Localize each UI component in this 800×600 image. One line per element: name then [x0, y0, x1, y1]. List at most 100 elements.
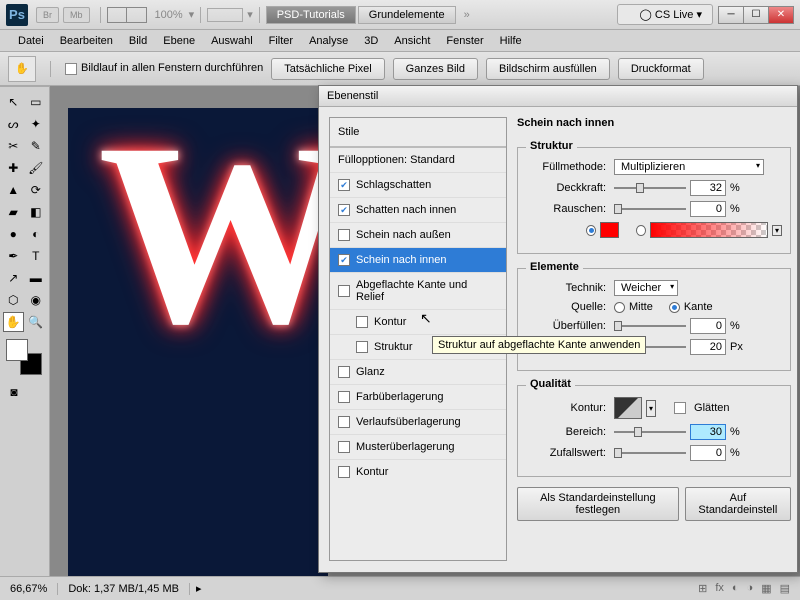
close-button[interactable]: ✕ [768, 6, 794, 24]
jitter-slider[interactable] [614, 447, 686, 459]
style-drop-shadow[interactable]: ✔Schlagschatten [330, 172, 506, 197]
wand-tool[interactable]: ✦ [26, 114, 47, 134]
dodge-tool[interactable]: ◐ [26, 224, 47, 244]
menu-filter[interactable]: Filter [261, 35, 301, 47]
actual-pixels-button[interactable]: Tatsächliche Pixel [271, 58, 384, 80]
arrange-button[interactable] [207, 8, 243, 22]
noise-input[interactable]: 0 [690, 201, 726, 217]
zoom-label[interactable]: 100% [155, 9, 183, 21]
dock-icon[interactable]: ⊞ [698, 582, 707, 595]
style-inner-glow[interactable]: ✔Schein nach innen [330, 247, 506, 272]
opacity-slider[interactable] [614, 182, 686, 194]
color-swatches[interactable] [6, 339, 42, 375]
current-tool-indicator[interactable]: ✋ [8, 56, 36, 82]
blend-mode-select[interactable]: Multiplizieren [614, 159, 764, 175]
dialog-title[interactable]: Ebenenstil [319, 86, 797, 107]
crop-tool[interactable]: ✂ [3, 136, 24, 156]
choke-slider[interactable] [614, 320, 686, 332]
hand-tool[interactable]: ✋ [3, 312, 24, 332]
technique-select[interactable]: Weicher [614, 280, 678, 296]
style-stroke[interactable]: Kontur [330, 459, 506, 484]
menu-datei[interactable]: Datei [10, 35, 52, 47]
style-bevel[interactable]: Abgeflachte Kante und Relief [330, 272, 506, 309]
range-input[interactable]: 30 [690, 424, 726, 440]
dock-icon[interactable]: ▤ [780, 582, 790, 595]
noise-slider[interactable] [614, 203, 686, 215]
scroll-all-checkbox[interactable]: Bildlauf in allen Fenstern durchführen [65, 62, 263, 74]
blur-tool[interactable]: ● [3, 224, 24, 244]
style-color-overlay[interactable]: Farbüberlagerung [330, 384, 506, 409]
eyedropper-tool[interactable]: ✎ [26, 136, 47, 156]
screen-mode-button[interactable] [107, 7, 147, 23]
style-satin[interactable]: Glanz [330, 359, 506, 384]
menu-bild[interactable]: Bild [121, 35, 155, 47]
antialias-checkbox[interactable] [674, 402, 686, 414]
zoom-status[interactable]: 66,67% [0, 583, 58, 595]
dock-icon[interactable]: ▦ [761, 582, 771, 595]
print-size-button[interactable]: Druckformat [618, 58, 704, 80]
maximize-button[interactable]: ☐ [743, 6, 769, 24]
lasso-tool[interactable]: ᔕ [3, 114, 24, 134]
workspace-psdtutorials[interactable]: PSD-Tutorials [266, 6, 356, 24]
size-input[interactable]: 20 [690, 339, 726, 355]
pen-tool[interactable]: ✒ [3, 246, 24, 266]
menu-hilfe[interactable]: Hilfe [492, 35, 530, 47]
eraser-tool[interactable]: ▰ [3, 202, 24, 222]
menu-bearbeiten[interactable]: Bearbeiten [52, 35, 121, 47]
doc-size-status[interactable]: Dok: 1,37 MB/1,45 MB [58, 583, 190, 595]
range-slider[interactable] [614, 426, 686, 438]
opacity-input[interactable]: 32 [690, 180, 726, 196]
style-inner-shadow[interactable]: ✔Schatten nach innen [330, 197, 506, 222]
make-default-button[interactable]: Als Standardeinstellung festlegen [517, 487, 679, 521]
menu-ebene[interactable]: Ebene [155, 35, 203, 47]
source-edge-radio[interactable] [669, 302, 680, 313]
style-outer-glow[interactable]: Schein nach außen [330, 222, 506, 247]
minimize-button[interactable]: ─ [718, 6, 744, 24]
style-pattern-overlay[interactable]: Musterüberlagerung [330, 434, 506, 459]
contour-dropdown[interactable]: ▾ [646, 400, 656, 417]
quickmask-button[interactable]: ◙ [3, 382, 25, 402]
shape-tool[interactable]: ▬ [26, 268, 47, 288]
menu-fenster[interactable]: Fenster [438, 35, 491, 47]
cslive-button[interactable]: ◯ CS Live ▾ [617, 4, 713, 25]
reset-default-button[interactable]: Auf Standardeinstell [685, 487, 791, 521]
gradient-swatch[interactable] [650, 222, 768, 238]
style-contour[interactable]: Kontur [330, 309, 506, 334]
zoom-tool[interactable]: 🔍 [26, 312, 47, 332]
dock-icon[interactable]: fx [715, 582, 724, 595]
menu-3d[interactable]: 3D [356, 35, 386, 47]
jitter-input[interactable]: 0 [690, 445, 726, 461]
menu-analyse[interactable]: Analyse [301, 35, 356, 47]
style-gradient-overlay[interactable]: Verlaufsüberlagerung [330, 409, 506, 434]
dock-icon[interactable]: ◐ [732, 582, 739, 595]
stamp-tool[interactable]: ▲ [3, 180, 24, 200]
color-swatch[interactable] [600, 222, 618, 238]
3d-tool[interactable]: ⬡ [3, 290, 24, 310]
gradient-dropdown[interactable]: ▾ [772, 225, 782, 236]
canvas[interactable]: W [68, 108, 328, 576]
brush-tool[interactable]: 🖌 [26, 158, 47, 178]
style-stile[interactable]: Stile [330, 118, 506, 147]
heal-tool[interactable]: ✚ [3, 158, 24, 178]
contour-swatch[interactable] [614, 397, 642, 419]
choke-input[interactable]: 0 [690, 318, 726, 334]
move-tool[interactable]: ↖ [3, 92, 24, 112]
menu-auswahl[interactable]: Auswahl [203, 35, 261, 47]
color-radio[interactable] [586, 225, 596, 236]
fit-screen-button[interactable]: Ganzes Bild [393, 58, 478, 80]
bridge-button[interactable]: Br [36, 7, 59, 23]
gradient-radio[interactable] [636, 225, 646, 236]
source-center-radio[interactable] [614, 302, 625, 313]
type-tool[interactable]: T [26, 246, 47, 266]
marquee-tool[interactable]: ▭ [26, 92, 47, 112]
minibridge-button[interactable]: Mb [63, 7, 90, 23]
fill-screen-button[interactable]: Bildschirm ausfüllen [486, 58, 610, 80]
gradient-tool[interactable]: ◧ [26, 202, 47, 222]
dock-icon[interactable]: ◑ [747, 582, 754, 595]
camera-tool[interactable]: ◉ [26, 290, 47, 310]
path-tool[interactable]: ↗ [3, 268, 24, 288]
style-blend-options[interactable]: Füllopptionen: Standard [330, 147, 506, 172]
fg-color-swatch[interactable] [6, 339, 28, 361]
history-tool[interactable]: ⟳ [26, 180, 47, 200]
workspace-grundelemente[interactable]: Grundelemente [358, 6, 456, 24]
